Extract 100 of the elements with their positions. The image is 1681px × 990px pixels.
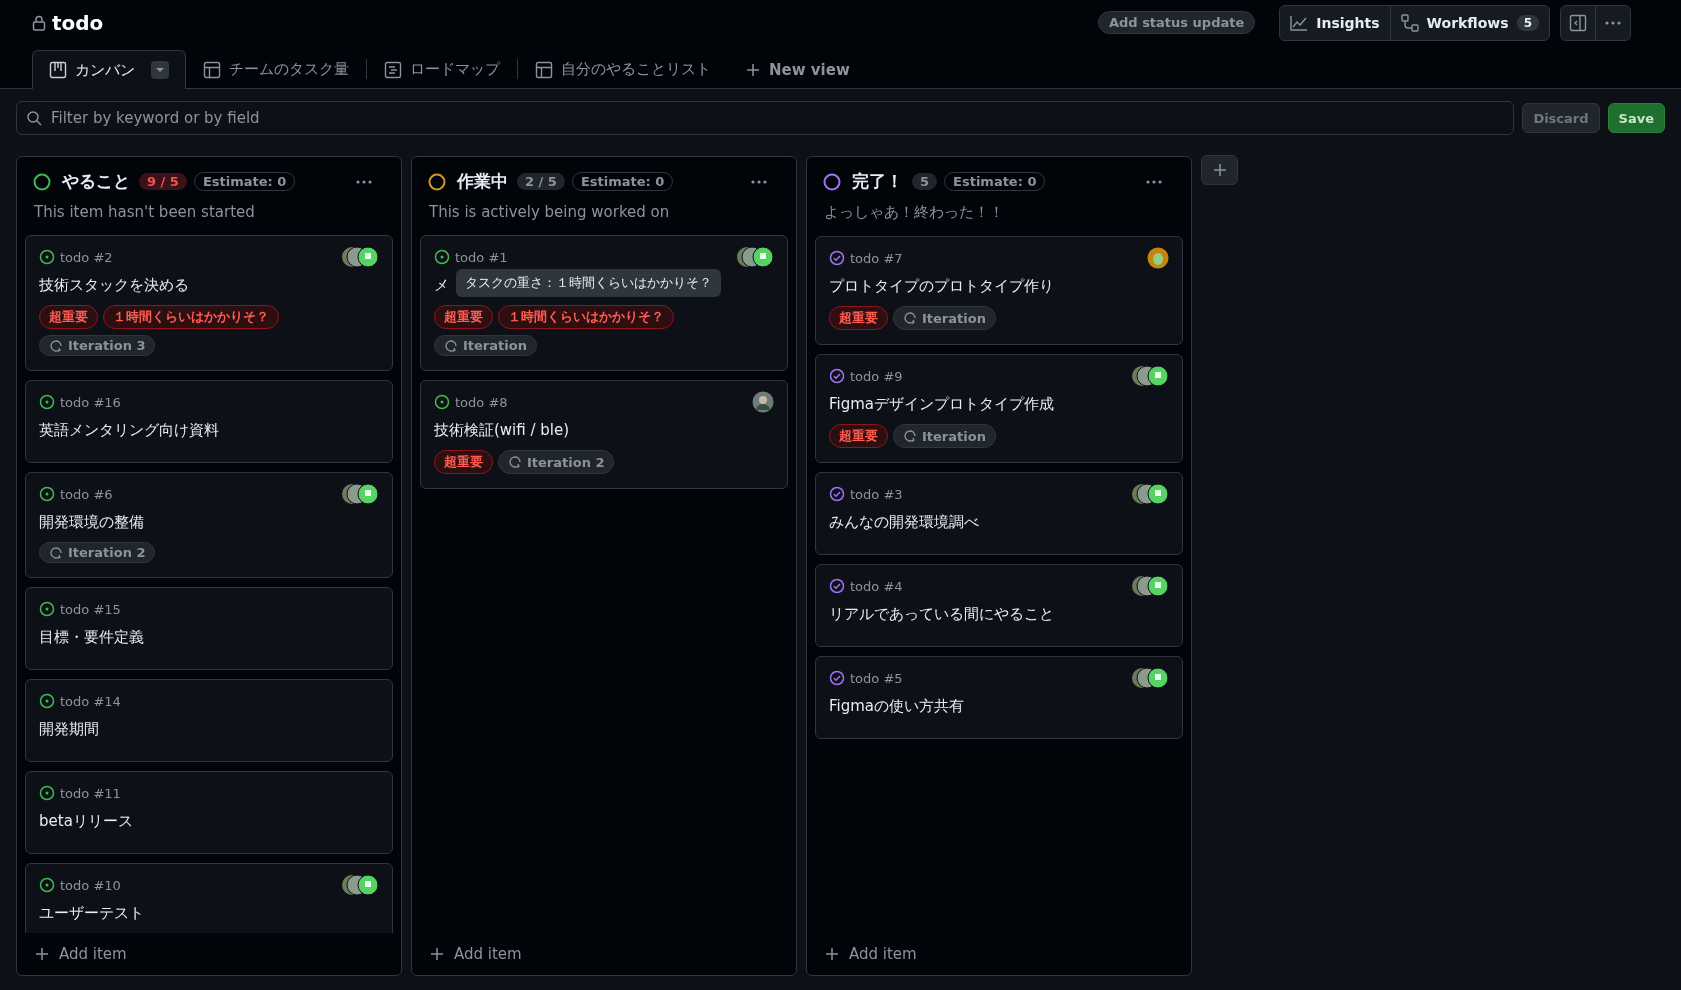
avatar-group <box>736 246 774 268</box>
issue-card[interactable]: todo #5 Figmaの使い方共有 <box>815 656 1183 739</box>
issue-number: todo #8 <box>455 394 508 410</box>
iteration-tag: Iteration <box>893 306 996 330</box>
insights-button[interactable]: Insights <box>1280 5 1390 40</box>
issue-card[interactable]: todo #8 技術検証(wifi / ble) 超重要 Iteration 2 <box>420 380 788 489</box>
iteration-tag: Iteration 2 <box>498 450 615 474</box>
plus-icon <box>1211 162 1228 178</box>
avatar-group <box>341 483 379 505</box>
label-tag: 超重要 <box>434 450 493 474</box>
item-count: 9 / 5 <box>139 173 187 190</box>
issue-number: todo #2 <box>60 249 113 265</box>
avatar-group <box>341 246 379 268</box>
issue-title[interactable]: ユーザーテスト <box>39 904 144 922</box>
issue-title[interactable]: 技術スタックを決める <box>39 276 189 294</box>
add-item-button[interactable]: Add item <box>807 933 1191 975</box>
issue-title[interactable]: リアルであっている間にやること <box>829 605 1054 623</box>
plus-icon <box>430 947 444 961</box>
graph-icon <box>1290 14 1309 31</box>
issue-card[interactable]: todo #3 みんなの開発環境調べ <box>815 472 1183 555</box>
issue-title[interactable]: Figmaの使い方共有 <box>829 697 965 715</box>
avatar-group <box>1131 483 1169 505</box>
workflows-button[interactable]: Workflows 5 <box>1389 5 1549 40</box>
iteration-tag: Iteration <box>434 335 537 356</box>
plus-icon <box>825 947 839 961</box>
issue-title[interactable]: 英語メンタリング向け資料 <box>39 421 219 439</box>
issue-number: todo #7 <box>850 250 903 266</box>
issue-number: todo #10 <box>60 877 121 893</box>
issue-number: todo #1 <box>455 249 508 265</box>
issue-number: todo #6 <box>60 486 113 502</box>
issue-title[interactable]: betaリリース <box>39 812 133 830</box>
add-status-update-button[interactable]: Add status update <box>1097 11 1256 34</box>
iteration-tag: Iteration 3 <box>39 335 156 356</box>
column-title: 作業中 <box>457 170 508 193</box>
issue-number: todo #11 <box>60 785 121 801</box>
column-title: やること <box>62 170 130 193</box>
view-tab[interactable]: カンバン <box>32 50 186 89</box>
view-tab[interactable]: 自分のやることリスト <box>518 50 728 88</box>
issue-number: todo #4 <box>850 578 903 594</box>
issue-title[interactable]: 開発期間 <box>39 720 99 738</box>
add-item-button[interactable]: Add item <box>17 933 401 975</box>
issue-card[interactable]: todo #15 目標・要件定義 <box>25 587 393 670</box>
view-tab[interactable]: ロードマップ <box>367 50 517 88</box>
column-menu-icon[interactable] <box>750 178 768 185</box>
issue-number: todo #14 <box>60 693 121 709</box>
avatar <box>1147 247 1169 269</box>
avatar-group <box>1131 575 1169 597</box>
column-menu-icon[interactable] <box>355 178 373 185</box>
workflow-icon <box>1400 13 1419 32</box>
new-view-button[interactable]: New view <box>728 50 867 88</box>
label-tag: １時間くらいはかかりそ？ <box>103 305 279 329</box>
roadmap-icon <box>384 60 402 79</box>
issue-title[interactable]: メ <box>434 276 449 294</box>
issue-title[interactable]: みんなの開発環境調べ <box>829 513 979 531</box>
iteration-icon <box>508 455 522 469</box>
board-icon <box>49 61 67 79</box>
issue-title[interactable]: プロトタイプのプロトタイプ作り <box>829 277 1054 295</box>
iteration-icon <box>49 338 63 353</box>
tooltip: タスクの重さ：１時間くらいはかかりそ？ <box>456 269 721 297</box>
column-menu-icon[interactable] <box>1145 178 1163 185</box>
caret-icon[interactable] <box>151 61 169 79</box>
plus-icon <box>35 947 49 961</box>
issue-number: todo #16 <box>60 394 121 410</box>
iteration-icon <box>903 429 917 443</box>
issue-number: todo #9 <box>850 368 903 384</box>
issue-title[interactable]: 開発環境の整備 <box>39 513 144 531</box>
add-item-button[interactable]: Add item <box>412 933 796 975</box>
issue-title[interactable]: 技術検証(wifi / ble) <box>434 421 570 439</box>
issue-card[interactable]: todo #14 開発期間 <box>25 679 393 762</box>
column-description: This is actively being worked on <box>428 202 671 223</box>
filter-field[interactable]: Filter by keyword or by field <box>16 101 1515 135</box>
issue-title[interactable]: 目標・要件定義 <box>39 628 144 646</box>
save-button[interactable]: Save <box>1607 103 1665 133</box>
issue-card[interactable]: todo #2 技術スタックを決める 超重要 １時間くらいはかかりそ？ Iteration 3 <box>25 235 393 371</box>
issue-title[interactable]: Figmaデザインプロトタイプ作成 <box>829 395 1055 413</box>
avatar-group <box>1131 667 1169 689</box>
iteration-icon <box>903 311 917 325</box>
issue-card[interactable]: todo #9 Figmaデザインプロトタイプ作成 超重要 Iteration <box>815 354 1183 463</box>
issue-card[interactable]: todo #6 開発環境の整備 Iteration 2 <box>25 472 393 578</box>
label-tag: １時間くらいはかかりそ？ <box>498 305 674 329</box>
plus-icon <box>745 61 761 78</box>
add-column-button[interactable] <box>1201 155 1238 185</box>
issue-card[interactable]: todo #11 betaリリース <box>25 771 393 854</box>
issue-card[interactable]: todo #4 リアルであっている間にやること <box>815 564 1183 647</box>
issue-number: todo #15 <box>60 601 121 617</box>
project-title: todo <box>52 10 104 35</box>
issue-number: todo #3 <box>850 486 903 502</box>
avatar-group <box>1131 365 1169 387</box>
issue-card[interactable]: todo #10 ユーザーテスト <box>25 863 393 933</box>
issue-card[interactable]: todo #7 プロトタイプのプロトタイプ作り 超重要 Iteration <box>815 236 1183 345</box>
iteration-tag: Iteration 2 <box>39 542 156 563</box>
issue-card[interactable]: todo #1 メ タスクの重さ：１時間くらいはかかりそ？ 超重要 １時間くらいはかかりそ？ Iteration <box>420 235 788 371</box>
table-icon <box>535 60 553 79</box>
column-title: 完了！ <box>852 170 903 193</box>
issue-card[interactable]: todo #16 英語メンタリング向け資料 <box>25 380 393 463</box>
avatar <box>752 391 774 413</box>
view-tab[interactable]: チームのタスク量 <box>186 50 366 88</box>
item-count: 5 <box>912 173 938 190</box>
column-description: よっしゃあ！終わった！！ <box>823 202 1005 223</box>
label-tag: 超重要 <box>434 305 493 329</box>
